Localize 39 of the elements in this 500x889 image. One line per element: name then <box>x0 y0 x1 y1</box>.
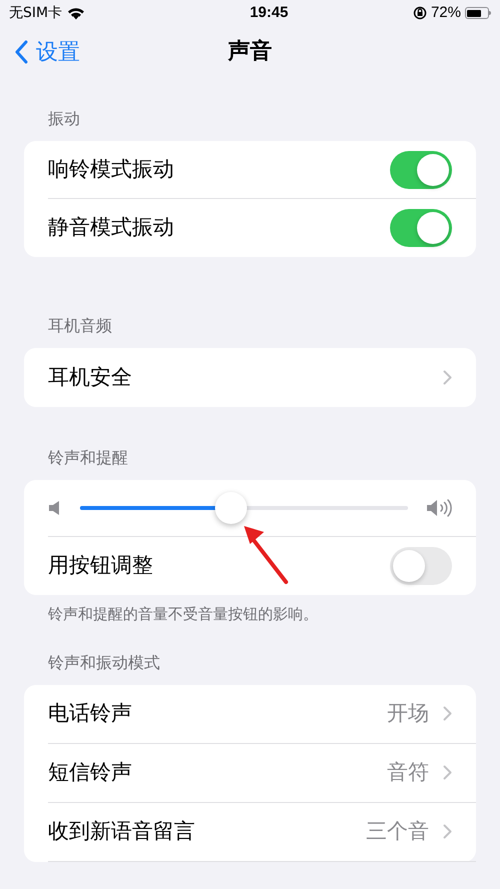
row-label: 耳机安全 <box>48 364 132 391</box>
slider-thumb[interactable] <box>214 492 247 524</box>
row-label: 响铃模式振动 <box>48 156 174 183</box>
toggle-switch[interactable] <box>390 150 452 188</box>
row-label: 电话铃声 <box>48 700 132 727</box>
toggle-switch[interactable] <box>390 547 452 585</box>
settings-row[interactable]: 短信铃声 音符 <box>48 744 476 802</box>
row-value: 音符 <box>387 760 429 786</box>
toggle-switch[interactable] <box>390 209 452 247</box>
rotation-lock-icon <box>412 6 427 20</box>
speaker-loud-icon <box>426 498 454 518</box>
row-label: 静音模式振动 <box>48 215 174 242</box>
back-button[interactable]: 设置 <box>14 35 80 68</box>
section-header: 耳机音频 <box>47 316 113 337</box>
clock-text: 19:45 <box>250 2 288 23</box>
section-header: 铃声和振动模式 <box>47 654 161 674</box>
back-chevron-icon <box>14 40 28 64</box>
row-label: 用按钮调整 <box>48 553 153 580</box>
chevron-icon <box>443 765 452 780</box>
volume-slider[interactable] <box>80 490 408 526</box>
chevron-icon <box>443 824 452 839</box>
carrier-text: 无SIM卡 <box>9 4 62 22</box>
speaker-low-icon <box>48 500 62 516</box>
section-footer: 铃声和提醒的音量不受音量按钮的影响。 <box>0 604 500 626</box>
row-label: 收到新语音留言 <box>48 818 195 845</box>
chevron-icon <box>443 370 452 385</box>
battery-percent: 72% <box>430 2 461 23</box>
settings-row[interactable]: 耳机安全 <box>48 348 476 407</box>
row-value: 三个音 <box>366 818 429 845</box>
settings-row[interactable]: 电话铃声 开场 <box>48 684 476 744</box>
page-title: 声音 <box>228 36 272 64</box>
section-header: 铃声和提醒 <box>47 448 129 469</box>
row-value: 开场 <box>387 700 429 727</box>
row-label: 短信铃声 <box>48 760 132 786</box>
battery-icon <box>464 7 491 19</box>
settings-row[interactable]: 收到新语音留言 三个音 <box>48 802 476 862</box>
wifi-icon <box>67 6 86 20</box>
chevron-icon <box>443 706 452 721</box>
section-header: 振动 <box>47 110 81 130</box>
